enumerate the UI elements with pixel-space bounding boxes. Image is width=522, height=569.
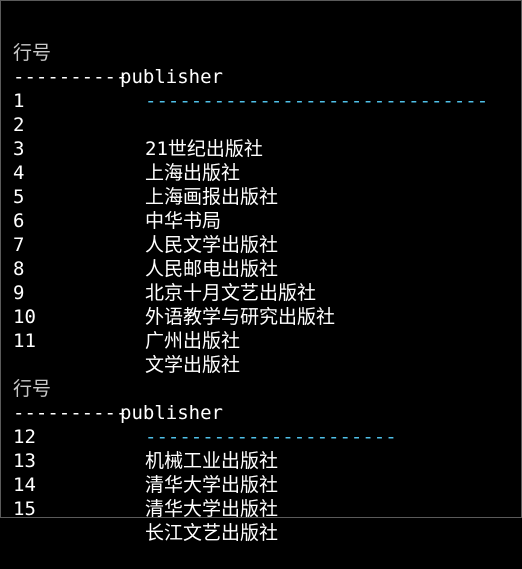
table-row: 4 上海画报出版社 (13, 137, 278, 208)
table-header: 行号 publisher (13, 17, 223, 88)
publisher-name: 清华大学出版社 (145, 474, 279, 496)
row-number: 15 (13, 498, 36, 520)
publisher-name: 外语教学与研究出版社 (145, 306, 336, 328)
publisher-name: 人民邮电出版社 (145, 258, 279, 280)
publisher-name: 21世纪出版社 (145, 138, 263, 160)
separator-publisher: ------------------------------ (145, 90, 489, 112)
separator-publisher: ---------------------- (145, 426, 397, 448)
table-row: 7 人民邮电出版社 (13, 209, 278, 280)
table-row: 11 文学出版社 (13, 305, 240, 376)
header-separator: ---------- -----------------------------… (13, 41, 488, 112)
terminal-window[interactable]: 行号 publisher ---------- ----------------… (0, 0, 522, 544)
table-row: 2 21世纪出版社 (13, 89, 263, 160)
result-table-2: 行号 publisher ---------- ----------------… (13, 353, 397, 544)
column-header-publisher: publisher (120, 66, 223, 88)
publisher-name: 上海画报出版社 (145, 186, 279, 208)
table-row: 13 清华大学出版社 (13, 425, 278, 496)
header-separator: ---------- ---------------------- (13, 377, 397, 448)
publisher-name: 清华大学出版社 (145, 498, 279, 520)
row-number: 11 (13, 330, 36, 352)
table-header: 行号 publisher (13, 353, 223, 424)
result-table-1: 行号 publisher ---------- ----------------… (13, 17, 488, 376)
column-header-publisher: publisher (120, 402, 223, 424)
table-row: 6 人民文学出版社 (13, 185, 278, 256)
table-row: 1 (13, 65, 82, 112)
table-row: 15 长江文艺出版社 (13, 473, 278, 544)
publisher-name: 人民文学出版社 (145, 234, 279, 256)
table-row: 12 机械工业出版社 (13, 401, 278, 472)
publisher-name: 长江文艺出版社 (145, 522, 279, 544)
table-row: 10 广州出版社 (13, 281, 240, 352)
table-row: 14 清华大学出版社 (13, 449, 278, 520)
publisher-name: 广州出版社 (145, 330, 241, 352)
table-row: 5 中华书局 (13, 161, 221, 232)
publisher-name: 北京十月文艺出版社 (145, 282, 317, 304)
table-row: 9 外语教学与研究出版社 (13, 257, 335, 328)
table-row: 8 北京十月文艺出版社 (13, 233, 316, 304)
publisher-name: 中华书局 (145, 210, 222, 232)
table-row: 3 上海出版社 (13, 113, 240, 184)
publisher-name: 机械工业出版社 (145, 450, 279, 472)
publisher-name: 上海出版社 (145, 162, 241, 184)
publisher-name: 文学出版社 (145, 354, 241, 376)
